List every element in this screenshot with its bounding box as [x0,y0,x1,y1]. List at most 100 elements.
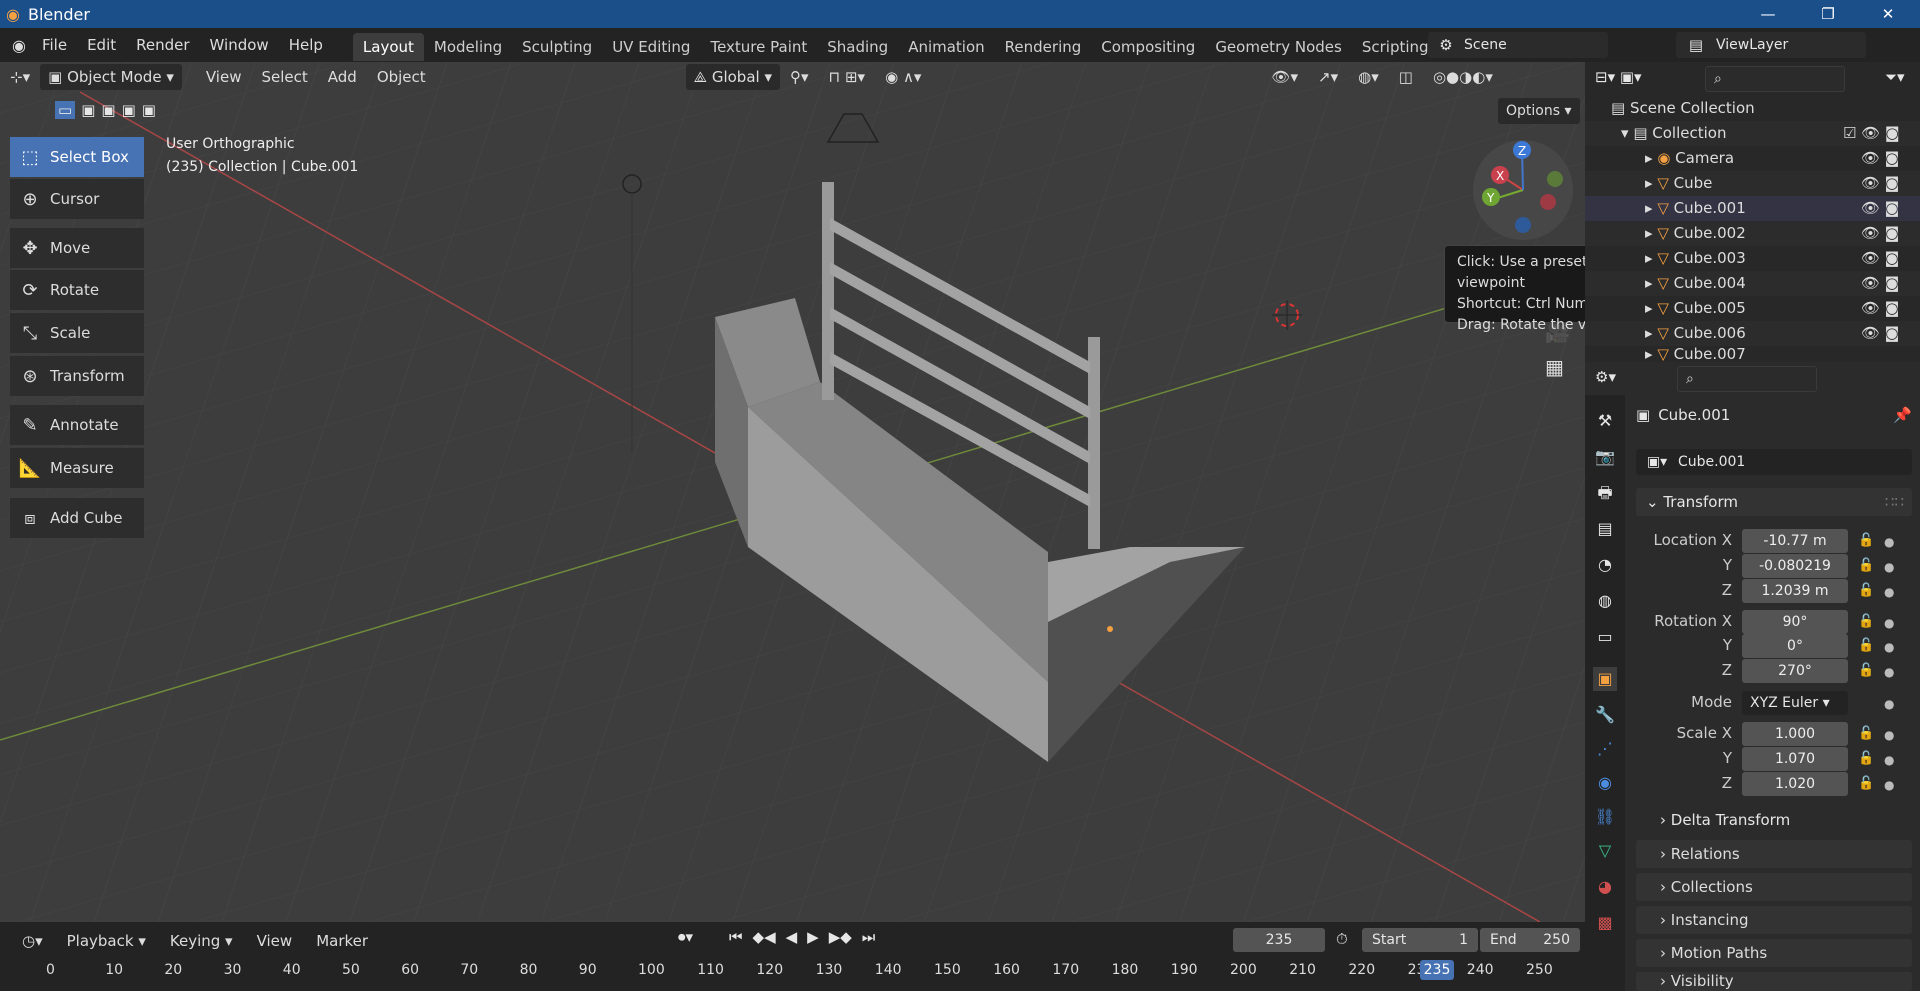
outliner-row-scene-collection[interactable]: ▤ Scene Collection [1585,96,1920,121]
start-frame-field[interactable]: Start 1 [1362,928,1478,952]
menu-render[interactable]: Render [126,28,199,62]
filter-icon[interactable]: ⏷▾ [1885,68,1905,86]
prev-keyframe-icon[interactable]: ◆◀ [753,928,776,946]
jump-end-icon[interactable]: ⏭ [862,928,876,946]
tab-geometry-nodes[interactable]: Geometry Nodes [1205,33,1352,61]
gizmo-toggle-icon[interactable]: ↗▾ [1308,64,1348,90]
data-tab-icon[interactable]: ▽ [1593,839,1617,863]
end-frame-field[interactable]: End 250 [1480,928,1580,952]
tool-cursor[interactable]: ⊕ Cursor [10,179,144,219]
lock-icon[interactable]: 🔓 [1858,638,1874,653]
marker-menu[interactable]: Marker [306,928,378,954]
overlay-toggle-icon[interactable]: ◍▾ [1348,64,1389,90]
outliner-row-cube-003[interactable]: ▸ ▽ Cube.003 👁 ◙ [1585,246,1920,271]
location-z-field[interactable]: 1.2039 m [1742,579,1848,603]
scale-z-field[interactable]: 1.020 [1742,772,1848,796]
current-frame-field[interactable]: 235 [1233,928,1325,952]
eye-icon[interactable]: 👁 ◙ [1861,171,1899,196]
play-reverse-icon[interactable]: ◀ [786,928,798,946]
properties-editor-type-icon[interactable]: ⚙▾ [1595,368,1616,386]
tab-shading[interactable]: Shading [817,33,898,61]
jump-start-icon[interactable]: ⏮ [729,928,743,946]
tool-move[interactable]: ✥ Move [10,228,144,268]
menu-file[interactable]: File [32,28,77,62]
keyframe-dot-icon[interactable]: ● [1884,778,1894,792]
select-subtract-icon[interactable]: ▣ [101,101,115,119]
tool-transform[interactable]: ⊛ Transform [10,356,144,396]
menu-select[interactable]: Select [251,64,317,90]
tab-sculpting[interactable]: Sculpting [512,33,602,61]
keyframe-dot-icon[interactable]: ● [1884,728,1894,742]
tab-animation[interactable]: Animation [898,33,994,61]
checkbox-icon[interactable]: ☑ 👁 ◙ [1843,121,1900,146]
eye-icon[interactable]: 👁 ◙ [1861,246,1899,271]
lock-icon[interactable]: 🔓 [1858,776,1874,791]
rotation-y-field[interactable]: 0° [1742,634,1848,658]
lock-icon[interactable]: 🔓 [1858,558,1874,573]
menu-add[interactable]: Add [318,64,367,90]
tab-uv-editing[interactable]: UV Editing [602,33,700,61]
eye-icon[interactable]: 👁 ◙ [1861,221,1899,246]
texture-tab-icon[interactable]: ▩ [1593,911,1617,935]
tab-rendering[interactable]: Rendering [995,33,1092,61]
tab-modeling[interactable]: Modeling [424,33,512,61]
lock-icon[interactable]: 🔓 [1858,583,1874,598]
scale-x-field[interactable]: 1.000 [1742,722,1848,746]
eye-icon[interactable]: 👁 ◙ [1861,196,1899,221]
eye-icon[interactable]: 👁 ◙ [1861,271,1899,296]
tab-layout[interactable]: Layout [352,32,424,61]
options-dropdown[interactable]: Options ▾ [1498,98,1580,124]
visibility-icon[interactable]: 👁▾ [1261,64,1308,90]
menu-edit[interactable]: Edit [77,28,126,62]
eye-icon[interactable]: 👁 ◙ [1861,296,1899,321]
instancing-panel[interactable]: › Instancing [1636,906,1912,934]
outliner-row-collection[interactable]: ▾ ▤ Collection ☑ 👁 ◙ [1585,121,1920,146]
shading-modes-icon[interactable]: ◎●◑◐▾ [1423,64,1503,90]
keyframe-dot-icon[interactable]: ● [1884,560,1894,574]
menu-help[interactable]: Help [279,28,333,62]
relations-panel[interactable]: › Relations [1636,840,1912,868]
maximize-button[interactable]: ❐ [1800,0,1856,28]
ortho-toggle-icon[interactable]: ▦ [1545,355,1564,379]
3d-viewport[interactable]: Z X Y [0,62,1585,922]
outliner-row-cube-007[interactable]: ▸ ▽ Cube.007 [1585,346,1920,362]
delta-transform-subpanel[interactable]: › Delta Transform [1660,811,1790,829]
next-keyframe-icon[interactable]: ▶◆ [829,928,852,946]
blender-menu-icon[interactable]: ◉ [12,36,26,55]
tool-measure[interactable]: 📐 Measure [10,448,144,488]
playhead[interactable]: 235 [1420,960,1454,980]
select-extend-icon[interactable]: ▣ [81,101,95,119]
lock-icon[interactable]: 🔓 [1858,726,1874,741]
tool-annotate[interactable]: ✎ Annotate [10,405,144,445]
outliner-display-icon[interactable]: ⊟▾ ▣▾ [1595,68,1642,86]
keyframe-dot-icon[interactable]: ● [1884,535,1894,549]
keyframe-dot-icon[interactable]: ● [1884,640,1894,654]
location-x-field[interactable]: -10.77 m [1742,529,1848,553]
tab-texture-paint[interactable]: Texture Paint [700,33,817,61]
playback-menu[interactable]: Playback ▾ [57,928,156,954]
pin-icon[interactable]: 📌 [1893,406,1912,424]
outliner-row-cube-006[interactable]: ▸ ▽ Cube.006 👁 ◙ [1585,321,1920,346]
xray-icon[interactable]: ◫ [1389,64,1423,90]
pivot-icon[interactable]: ⚲▾ [780,64,819,90]
mode-selector[interactable]: ▣ Object Mode ▾ [40,64,182,90]
lock-icon[interactable]: 🔓 [1858,614,1874,629]
keyframe-dot-icon[interactable]: ● [1884,697,1894,711]
tool-select-box[interactable]: ⬚ Select Box [10,137,144,177]
select-new-icon[interactable]: ▭ [55,101,76,119]
menu-view[interactable]: View [196,64,252,90]
play-icon[interactable]: ▶ [807,928,819,946]
location-y-field[interactable]: -0.080219 [1742,554,1848,578]
keyframe-dot-icon[interactable]: ● [1884,616,1894,630]
record-icon[interactable]: ⏺▾ [678,928,693,946]
tab-scripting[interactable]: Scripting [1352,33,1439,61]
minimize-button[interactable]: — [1740,0,1796,28]
keyframe-dot-icon[interactable]: ● [1884,585,1894,599]
object-name-field[interactable]: ▣▾ Cube.001 [1636,449,1912,475]
tool-rotate[interactable]: ⟳ Rotate [10,270,144,310]
output-tab-icon[interactable]: 🖶 [1593,481,1617,505]
view-layer-selector[interactable]: ▤ ViewLayer [1676,32,1866,58]
timeline-editor-icon[interactable]: ◷▾ [12,928,53,954]
menu-window[interactable]: Window [200,28,279,62]
eye-icon[interactable]: 👁 ◙ [1861,146,1899,171]
